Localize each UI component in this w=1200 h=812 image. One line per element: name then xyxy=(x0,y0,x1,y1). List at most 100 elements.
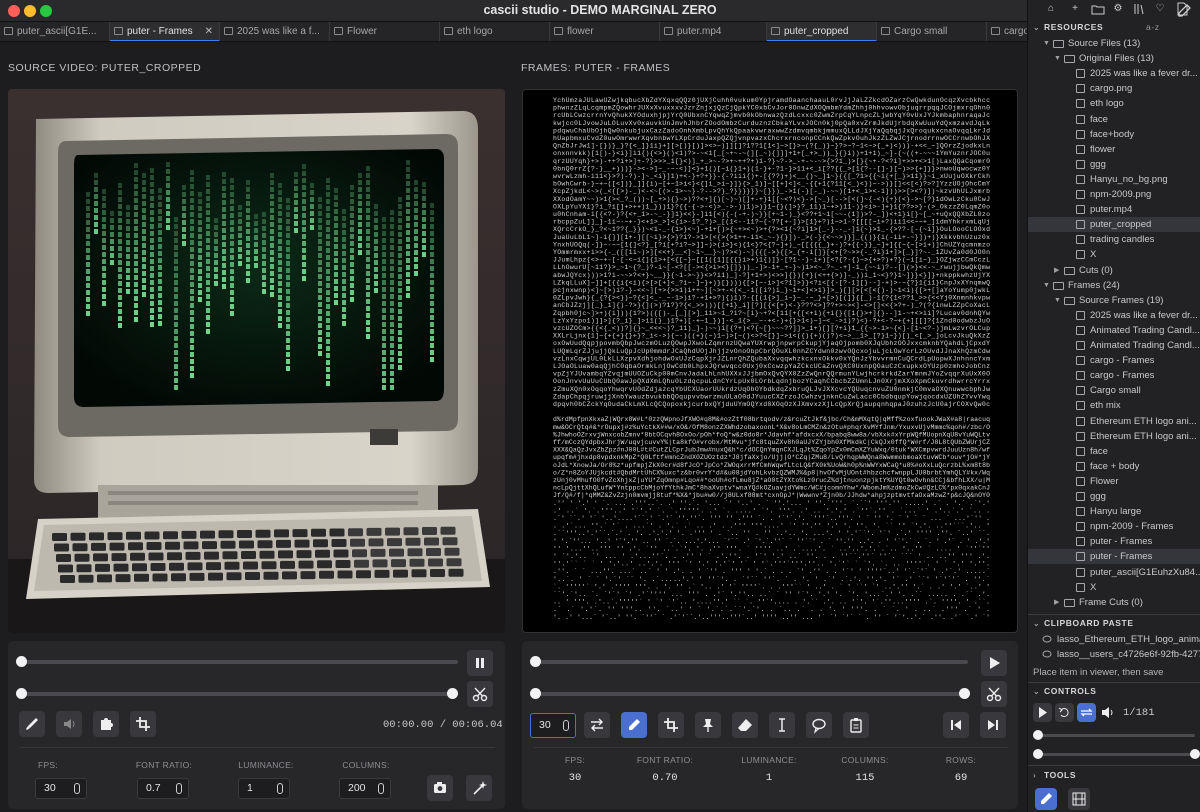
tree-folder[interactable]: ▼ Frames (24) xyxy=(1028,278,1200,293)
tree-file[interactable]: cargo - Frames xyxy=(1028,353,1200,368)
tree-file[interactable]: Hanyu_no_bg.png xyxy=(1028,172,1200,187)
settings-icon[interactable]: ⚙ xyxy=(1111,2,1125,16)
tree-folder[interactable]: ▼ Source Frames (19) xyxy=(1028,293,1200,308)
auto-convert-button[interactable] xyxy=(466,775,492,801)
frame-range-track[interactable] xyxy=(534,692,968,696)
lasso-button[interactable] xyxy=(806,712,832,738)
paste-button[interactable] xyxy=(843,712,869,738)
tree-file[interactable]: trading candles xyxy=(1028,232,1200,247)
resources-header[interactable]: ⌄ RESOURCES a-z xyxy=(1028,20,1200,35)
luminance-input[interactable]: 1 xyxy=(238,778,290,799)
chevron-down-icon[interactable]: ▼ xyxy=(1054,51,1061,66)
sidebar-range-start[interactable] xyxy=(1033,749,1043,759)
tree-file[interactable]: X xyxy=(1028,580,1200,595)
tab-item[interactable]: flower xyxy=(550,22,660,41)
cut-button[interactable] xyxy=(467,681,493,707)
tab-item[interactable]: cargo xyxy=(987,22,1027,41)
sidebar-pencil-tool[interactable] xyxy=(1035,788,1057,810)
tab-item[interactable]: eth logo xyxy=(440,22,550,41)
tree-file[interactable]: eth mix xyxy=(1028,398,1200,413)
tree-file[interactable]: face xyxy=(1028,444,1200,459)
tab-item[interactable]: Cargo small xyxy=(877,22,987,41)
loop-mode-button[interactable] xyxy=(584,712,610,738)
tree-file[interactable]: puter_cropped xyxy=(1028,217,1200,233)
playback-scrubber-track[interactable] xyxy=(20,660,458,664)
frame-range-end-handle[interactable] xyxy=(959,688,970,699)
trim-end-handle[interactable] xyxy=(447,688,458,699)
tree-file[interactable]: Cargo small xyxy=(1028,383,1200,398)
sidebar-play-button[interactable] xyxy=(1033,703,1052,722)
sidebar-range-track[interactable] xyxy=(1035,753,1195,756)
tab-item[interactable]: puter - Frames ✕ xyxy=(110,22,220,41)
sidebar-film-tool[interactable] xyxy=(1068,788,1090,810)
tree-file[interactable]: ggg xyxy=(1028,157,1200,172)
volume-button[interactable] xyxy=(56,711,82,737)
clipboard-item[interactable]: lasso_Ethereum_ETH_logo_animated xyxy=(1028,632,1200,647)
tree-file[interactable]: npm-2009 - Frames xyxy=(1028,519,1200,534)
tree-file[interactable]: cargo.png xyxy=(1028,81,1200,96)
sidebar-scrubber-track[interactable] xyxy=(1035,734,1195,737)
pause-button[interactable] xyxy=(467,650,493,676)
draw-tool-button[interactable] xyxy=(621,712,647,738)
previous-frame-button[interactable] xyxy=(943,712,969,738)
tree-file[interactable]: 2025 was like a fever dr... xyxy=(1028,66,1200,81)
clipboard-header[interactable]: ⌄ CLIPBOARD PASTE xyxy=(1028,616,1200,631)
sort-toggle[interactable]: a-z xyxy=(1146,20,1160,35)
tab-item[interactable]: puter_ascii[G1E... xyxy=(0,22,110,41)
close-icon[interactable]: ✕ xyxy=(205,22,213,40)
fps-stepper[interactable] xyxy=(74,783,80,794)
next-frame-button[interactable] xyxy=(980,712,1006,738)
frame-scrubber-track[interactable] xyxy=(534,660,968,664)
frame-scrubber-handle[interactable] xyxy=(530,656,541,667)
tree-file[interactable]: Flower xyxy=(1028,474,1200,489)
brush-button[interactable] xyxy=(19,711,45,737)
tree-file[interactable]: cargo - Frames xyxy=(1028,368,1200,383)
tree-file[interactable]: eth logo xyxy=(1028,96,1200,111)
draw-mode-icon[interactable] xyxy=(1176,3,1192,19)
playback-scrubber-handle[interactable] xyxy=(16,656,27,667)
sidebar-rewind-button[interactable] xyxy=(1055,703,1074,722)
effects-button[interactable] xyxy=(93,711,119,737)
chevron-right-icon[interactable]: ▶ xyxy=(1054,595,1059,610)
tab-item[interactable]: puter_cropped xyxy=(767,22,877,41)
tab-item[interactable]: 2025 was like a f... xyxy=(220,22,330,41)
folder-icon[interactable] xyxy=(1091,2,1105,16)
home-icon[interactable]: ⌂ xyxy=(1044,2,1058,16)
trim-start-handle[interactable] xyxy=(16,688,27,699)
clipboard-item[interactable]: lasso__users_c4726e6f-92fb-4277-8... xyxy=(1028,647,1200,662)
tree-file[interactable]: Hanyu large xyxy=(1028,504,1200,519)
sidebar-volume-button[interactable] xyxy=(1099,703,1118,722)
playback-fps-stepper[interactable] xyxy=(563,720,569,731)
controls-header[interactable]: ⌄ CONTROLS xyxy=(1028,684,1200,699)
tree-file[interactable]: face xyxy=(1028,112,1200,127)
tree-file[interactable]: puter.mp4 xyxy=(1028,202,1200,217)
source-video-viewer[interactable] xyxy=(8,89,505,633)
columns-stepper[interactable] xyxy=(378,783,384,794)
sidebar-loop-button[interactable] xyxy=(1077,703,1096,722)
tree-folder[interactable]: ▼ Original Files (13) xyxy=(1028,51,1200,66)
tree-file[interactable]: ggg xyxy=(1028,489,1200,504)
tree-file[interactable]: flower xyxy=(1028,142,1200,157)
font-ratio-stepper[interactable] xyxy=(176,783,182,794)
tree-file[interactable]: Animated Trading Candl... xyxy=(1028,338,1200,353)
play-button[interactable] xyxy=(981,650,1007,676)
columns-input[interactable]: 200 xyxy=(339,778,391,799)
tree-file[interactable]: puter - Frames xyxy=(1028,549,1200,565)
chevron-down-icon[interactable]: ▼ xyxy=(1054,293,1061,308)
ascii-frames-viewer[interactable]: YchUmzaJULawUZwjkqbucXbZdYXqxqQQz0jUXjCu… xyxy=(522,89,1018,633)
tree-file[interactable]: puter_ascii[G1EuhzXu84... xyxy=(1028,565,1200,580)
tree-folder[interactable]: ▶ Frame Items (0) xyxy=(1028,610,1200,613)
library-icon[interactable] xyxy=(1132,2,1146,16)
playback-fps-input[interactable]: 30 xyxy=(530,713,576,738)
tree-file[interactable]: face+body xyxy=(1028,127,1200,142)
plus-icon[interactable]: + xyxy=(1068,2,1082,16)
tree-file[interactable]: npm-2009.png xyxy=(1028,187,1200,202)
luminance-stepper[interactable] xyxy=(277,783,283,794)
tree-file[interactable]: Animated Trading Candl... xyxy=(1028,323,1200,338)
tree-file[interactable]: puter - Frames xyxy=(1028,534,1200,549)
eraser-button[interactable] xyxy=(732,712,758,738)
chevron-down-icon[interactable]: ▼ xyxy=(1043,278,1050,293)
crop-frames-button[interactable] xyxy=(658,712,684,738)
tree-file[interactable]: Ethereum ETH logo ani... xyxy=(1028,414,1200,429)
tree-file[interactable]: face + body xyxy=(1028,459,1200,474)
